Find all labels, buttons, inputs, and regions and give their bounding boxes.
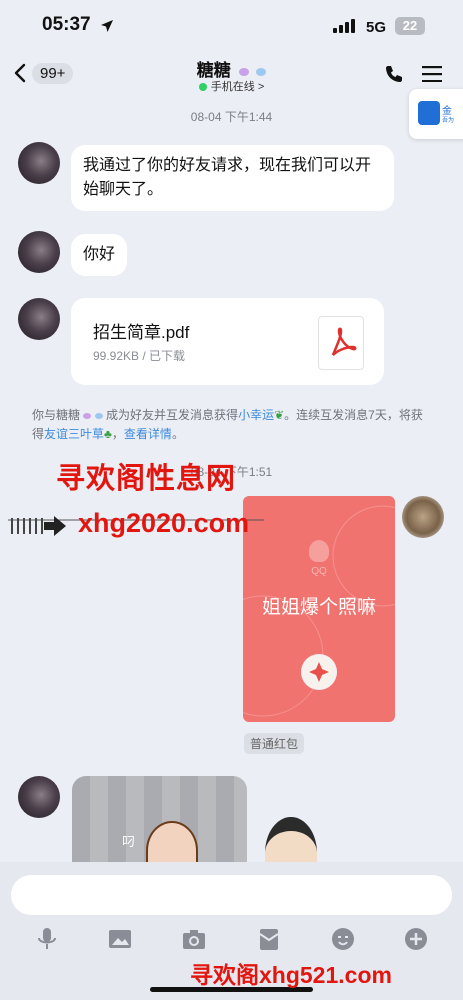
online-dot-icon <box>198 83 207 92</box>
online-status-text: 手机在线 <box>210 81 255 93</box>
pdf-icon <box>318 316 364 370</box>
contact-avatar[interactable] <box>18 298 60 340</box>
notice-part1: 你与糖糖 <box>32 408 81 422</box>
watermark-url-bottom: 寻欢阁xhg521.com <box>190 962 392 988</box>
red-packet-text: 姐姐爆个照嘛 <box>261 597 376 618</box>
camera-icon[interactable] <box>181 926 207 952</box>
plus-icon[interactable] <box>403 926 429 952</box>
image-icon[interactable] <box>107 926 133 952</box>
contact-avatar[interactable] <box>18 142 60 184</box>
location-arrow-icon <box>101 20 113 32</box>
file-meta: 99.92KB / 已下载 <box>93 349 186 363</box>
candy-icon <box>94 412 103 419</box>
message-bubble[interactable]: 我通过了你的好友请求，现在我们可以开始聊天了。 <box>71 145 394 211</box>
file-message-card[interactable]: 招生简章.pdf 99.92KB / 已下载 <box>71 298 384 385</box>
system-notice: 你与糖糖 成为好友并互发消息获得小幸运❦。连续互发消息7天，将获得友谊三叶草♣，… <box>32 408 423 441</box>
sprout-icon: ❦ <box>274 408 285 422</box>
details-link[interactable]: 查看详情 <box>124 427 172 441</box>
message-bubble[interactable]: 你好 <box>71 234 128 276</box>
candy-icon <box>238 67 249 76</box>
red-packet-icon[interactable] <box>256 926 282 952</box>
lucky-link[interactable]: 小幸运 <box>238 408 274 422</box>
candy-icon <box>83 412 92 419</box>
signal-icon <box>333 19 355 33</box>
network-label: 5G <box>366 19 387 36</box>
phone-icon[interactable] <box>384 64 404 84</box>
red-packet-message[interactable]: QQ 姐姐爆个照嘛 <box>243 496 395 722</box>
sticker-caption: 叼 <box>122 834 136 849</box>
clover-link[interactable]: 友谊三叶草 <box>44 427 104 441</box>
sticker-image[interactable]: 叼 <box>72 776 247 880</box>
watermark-text: 寻欢阁性息网 <box>56 463 237 495</box>
red-packet-brand: QQ <box>311 566 327 577</box>
contact-avatar[interactable] <box>18 231 60 273</box>
notice-part2: 成为好友并互发消息获得 <box>106 408 239 422</box>
red-packet-coin-icon <box>301 654 337 690</box>
candy-icon <box>256 67 267 76</box>
status-chevron: > <box>257 81 265 93</box>
file-name: 招生简章.pdf <box>93 323 190 342</box>
timestamp: 08-04 下午1:44 <box>190 110 273 124</box>
menu-icon[interactable] <box>422 66 442 82</box>
battery-indicator: 22 <box>395 17 425 35</box>
red-packet-label: 普通红包 <box>244 733 305 754</box>
qq-penguin-icon <box>309 540 329 562</box>
self-avatar[interactable] <box>402 496 444 538</box>
status-time: 05:37 <box>42 14 91 35</box>
notice-end: 。 <box>171 427 184 441</box>
clover-icon: ♣ <box>104 427 112 441</box>
message-input[interactable] <box>11 875 452 915</box>
contact-avatar[interactable] <box>18 776 60 818</box>
emoji-icon[interactable] <box>330 926 356 952</box>
watermark-url: xhg2020.com <box>78 508 250 538</box>
mic-icon[interactable] <box>34 926 60 952</box>
